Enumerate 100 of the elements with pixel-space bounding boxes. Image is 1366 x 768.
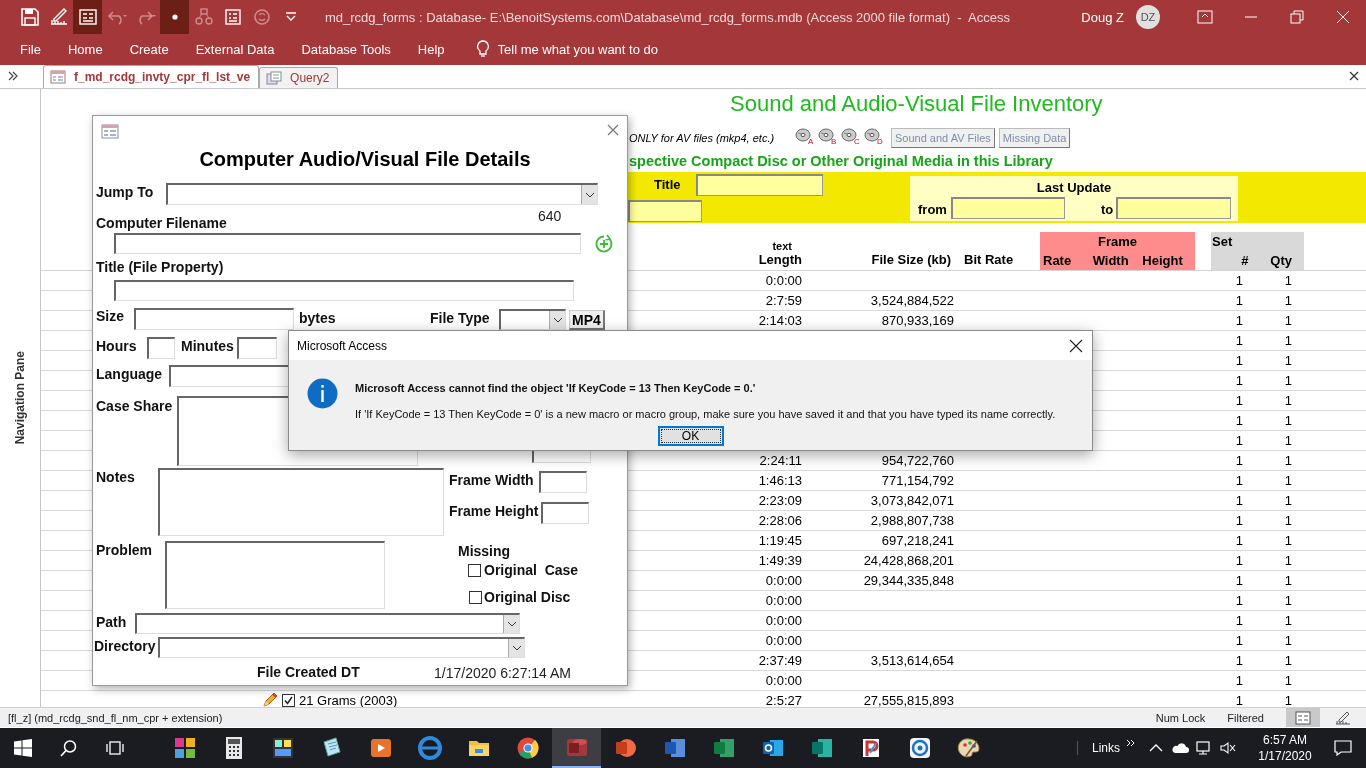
table-cell-text: 1: [1283, 692, 1293, 707]
table-cell-text: 1: [1234, 452, 1244, 468]
field-label: Case Share: [96, 398, 173, 414]
table-cell-text: 0:0:00: [764, 612, 803, 628]
field-label: Hours: [96, 338, 137, 354]
column-header: #: [1240, 252, 1250, 268]
table-cell-text: 1: [1234, 552, 1244, 568]
table-cell-text: 29,344,335,848: [862, 572, 955, 588]
table-cell-text: 0:0:00: [764, 572, 803, 588]
dialog-detail: If 'If KeyCode = 13 Then KeyCode = 0' is a new macro or macro group, make sure you have saved it and that you have typed its name correctly.: [355, 408, 1056, 420]
table-cell-text: 1: [1283, 472, 1293, 488]
form-title: Computer Audio/Visual File Details: [198, 147, 532, 171]
field-label: Title: [654, 177, 681, 193]
table-cell-text: 0:0:00: [764, 272, 803, 288]
table-cell-text: 2:7:59: [764, 292, 803, 308]
table-cell-text: 0:0:00: [764, 592, 803, 608]
table-cell-text: 697,218,241: [880, 532, 955, 548]
field-label: to: [1100, 202, 1114, 218]
column-header: Height: [1142, 252, 1184, 268]
table-cell-text: 27,555,815,893: [862, 692, 955, 707]
table-cell-text: 24,428,868,201: [862, 552, 955, 568]
table-cell-text: 1: [1283, 572, 1293, 588]
table-cell-text: 3,524,884,522: [869, 292, 955, 308]
table-cell-text: 1: [1234, 312, 1244, 328]
table-cell: 21 Grams (2003): [299, 692, 398, 707]
column-header: Qty: [1269, 252, 1293, 268]
table-cell-text: 870,933,169: [880, 312, 955, 328]
table-cell-text: 1: [1234, 672, 1244, 688]
group-label: Missing: [458, 543, 511, 559]
table-cell-text: 1: [1283, 272, 1293, 288]
checkbox-label: Original Disc: [484, 589, 571, 605]
column-group-header: Frame: [1097, 233, 1138, 249]
table-cell-text: 1: [1283, 292, 1293, 308]
user-avatar: DZ: [1136, 5, 1160, 29]
field-label: Language: [96, 366, 163, 382]
dialog-title: Microsoft Access: [297, 338, 389, 353]
column-header: Rate: [1043, 252, 1073, 268]
table-cell-text: 1: [1234, 392, 1244, 408]
unit-label: bytes: [299, 310, 336, 326]
table-cell-text: 2:24:11: [758, 452, 803, 468]
note-text: ONLY for AV files (mkp4, etc.): [629, 131, 776, 144]
table-cell-text: 2:14:03: [757, 312, 803, 328]
field-label: Directory: [94, 638, 156, 654]
table-cell-text: 1: [1283, 552, 1293, 568]
field-label: Problem: [96, 542, 152, 558]
table-cell-text: 2:28:06: [757, 512, 803, 528]
field-label: Computer Filename: [96, 215, 227, 231]
table-cell-text: 1: [1283, 532, 1293, 548]
field-label: Notes: [96, 469, 135, 485]
table-cell-text: 1: [1283, 352, 1293, 368]
table-cell-text: 1:49:39: [757, 552, 803, 568]
table-cell-text: 1: [1283, 332, 1293, 348]
field-label: Minutes: [181, 338, 234, 354]
table-cell-text: 1: [1234, 272, 1244, 288]
table-cell-text: 2:23:09: [757, 492, 803, 508]
table-cell-text: 1: [1283, 612, 1293, 628]
table-cell-text: 1: [1283, 432, 1293, 448]
record-count: 640: [538, 208, 562, 224]
table-cell-text: 2,988,807,738: [869, 512, 955, 528]
table-cell-text: 771,154,792: [880, 472, 955, 488]
table-cell-text: 1: [1234, 572, 1244, 588]
table-cell-text: 0:0:00: [764, 672, 803, 688]
table-cell-text: 1: [1234, 532, 1244, 548]
field-label: Size: [96, 308, 124, 324]
panel-heading: Last Update: [1036, 179, 1112, 195]
table-cell-text: 1: [1283, 652, 1293, 668]
table-cell-text: 1: [1283, 312, 1293, 328]
field-label: Path: [96, 614, 127, 630]
status-text: [fl_z] (md_rcdg_snd_fl_nm_cpr + extension): [7, 711, 224, 724]
table-cell-text: 3,073,842,071: [869, 492, 955, 508]
table-cell-text: 1:46:13: [757, 472, 803, 488]
table-cell-text: 1: [1234, 632, 1244, 648]
table-cell-text: 1: [1234, 372, 1244, 388]
table-cell-text: 1: [1234, 332, 1244, 348]
table-cell-text: 1: [1283, 372, 1293, 388]
table-cell-text: 2:37:49: [757, 652, 803, 668]
table-cell-text: 1: [1283, 492, 1293, 508]
field-label: Title (File Property): [96, 259, 224, 275]
form-subtitle: spective Compact Disc or Other Original Media in this Library: [629, 151, 1054, 170]
field-label: File Created DT: [257, 664, 360, 680]
table-cell-text: 1: [1283, 592, 1293, 608]
date-value: 1/17/2020 6:27:14 AM: [434, 665, 571, 681]
table-cell-text: 3,513,614,654: [869, 652, 955, 668]
column-caption: text: [772, 239, 792, 252]
field-label: Frame Width: [449, 472, 534, 488]
user-name: Doug Z: [1081, 9, 1124, 25]
field-label: Jump To: [96, 184, 154, 200]
field-label: from: [918, 202, 947, 218]
column-group-header: Set: [1211, 233, 1234, 249]
column-header: Width: [1092, 252, 1130, 268]
table-cell-text: 1: [1234, 652, 1244, 668]
table-cell-text: 1:19:45: [757, 532, 803, 548]
checkbox-label: Original Case: [484, 562, 579, 578]
table-cell-text: 954,722,760: [880, 452, 955, 468]
table-cell-text: 1: [1234, 472, 1244, 488]
dialog-message: Microsoft Access cannot find the object 'If KeyCode = 13 Then KeyCode = 0.': [355, 382, 757, 394]
table-cell-text: 1: [1283, 632, 1293, 648]
field-label: File Type: [430, 310, 490, 326]
window-title: md_rcdg_forms : Database- E:\BenoitSystems.com\Database\md_rcdg_forms.mdb (Access 2000 file format) - Access: [325, 9, 1010, 25]
table-cell-text: 1: [1283, 672, 1293, 688]
